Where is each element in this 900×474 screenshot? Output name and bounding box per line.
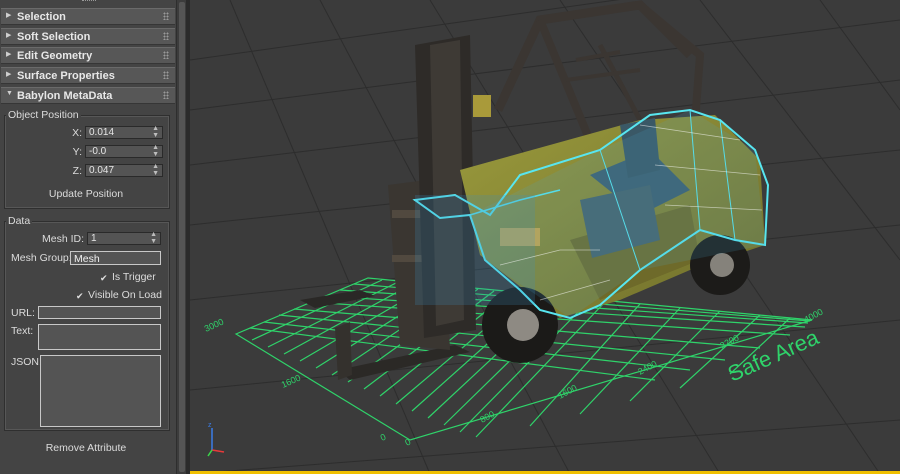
drag-dots-icon[interactable] <box>163 71 169 79</box>
drag-dots-icon[interactable] <box>163 32 169 40</box>
axis-label-bottom-2: 1600 <box>556 383 578 401</box>
rollout-selection[interactable]: ▶ Selection <box>1 8 175 25</box>
rollout-soft-selection[interactable]: ▶ Soft Selection <box>1 28 175 45</box>
x-value: 0.014 <box>89 127 115 138</box>
text-field[interactable] <box>38 324 161 350</box>
checkmark-icon: ✔ <box>100 273 108 283</box>
xyz-axis-icon: z <box>207 422 225 457</box>
triangle-down-icon: ▼ <box>6 90 13 97</box>
axis-label-bottom-3: 2400 <box>636 359 658 377</box>
triangle-right-icon: ▶ <box>6 12 12 19</box>
mesh-id-value: 1 <box>91 233 97 244</box>
viewport-scene: 3000 1600 0 0 800 1600 2400 3200 4000 Sa… <box>190 0 900 474</box>
rollout-surface-properties[interactable]: ▶ Surface Properties <box>1 67 175 84</box>
is-trigger-label: Is Trigger <box>112 271 156 283</box>
url-label: URL: <box>11 307 35 319</box>
scrollbar-thumb[interactable] <box>179 2 185 472</box>
z-spinner[interactable]: 0.047 ▲ ▼ <box>85 163 163 177</box>
triangle-right-icon: ▶ <box>6 71 12 78</box>
x-spinner[interactable]: 0.014 ▲ ▼ <box>85 125 163 139</box>
axis-label-bottom-4: 3200 <box>718 333 740 351</box>
is-trigger-checkbox[interactable]: ✔ Is Trigger <box>100 271 156 283</box>
spinner-arrows-icon[interactable]: ▲ ▼ <box>152 125 159 139</box>
mesh-group-label: Mesh Group: <box>11 252 72 264</box>
y-label: Y: <box>72 146 82 158</box>
z-value: 0.047 <box>89 165 115 176</box>
data-group-title: Data <box>6 215 33 227</box>
mesh-id-spinner[interactable]: 1 ▲ ▼ <box>87 231 161 245</box>
triangle-right-icon: ▶ <box>6 51 12 58</box>
remove-attribute-button[interactable]: Remove Attribute <box>20 442 152 454</box>
panel-grip-handle[interactable] <box>82 0 96 4</box>
spinner-arrows-icon[interactable]: ▲ ▼ <box>152 163 159 177</box>
svg-text:z: z <box>208 422 212 429</box>
spinner-arrows-icon[interactable]: ▲ ▼ <box>152 144 159 158</box>
rollout-label: Surface Properties <box>17 70 115 82</box>
y-value: -0.0 <box>89 146 107 157</box>
perspective-viewport[interactable]: 3000 1600 0 0 800 1600 2400 3200 4000 Sa… <box>190 0 900 474</box>
mesh-id-label: Mesh ID: <box>41 233 84 245</box>
triangle-right-icon: ▶ <box>6 32 12 39</box>
rollout-label: Soft Selection <box>17 31 91 43</box>
text-label: Text: <box>11 325 34 337</box>
x-label: X: <box>72 127 82 139</box>
json-label: JSON: <box>11 356 42 368</box>
visible-on-load-checkbox[interactable]: ✔ Visible On Load <box>76 289 162 301</box>
mesh-group-field[interactable]: Mesh <box>70 251 161 265</box>
axis-label-bottom-5: 4000 <box>802 307 824 325</box>
json-field[interactable] <box>40 355 161 427</box>
axis-label-bottom-0: 0 <box>403 437 412 448</box>
axis-label-left-1: 1600 <box>280 373 302 390</box>
rollout-edit-geometry[interactable]: ▶ Edit Geometry <box>1 47 175 64</box>
command-panel: ▶ Selection ▶ Soft Selection ▶ Edit Geom… <box>0 0 176 474</box>
rollout-babylon-metadata[interactable]: ▼ Babylon MetaData <box>1 87 175 104</box>
checkmark-icon: ✔ <box>76 291 84 301</box>
spinner-arrows-icon[interactable]: ▲ ▼ <box>150 231 157 245</box>
mesh-group-value: Mesh <box>74 253 100 265</box>
axis-label-left-0: 3000 <box>203 317 225 334</box>
visible-on-load-label: Visible On Load <box>88 289 162 301</box>
rollout-label: Babylon MetaData <box>17 90 113 102</box>
object-position-title: Object Position <box>6 109 81 121</box>
drag-dots-icon[interactable] <box>163 91 169 99</box>
z-label: Z: <box>72 165 82 177</box>
drag-dots-icon[interactable] <box>163 12 169 20</box>
y-spinner[interactable]: -0.0 ▲ ▼ <box>85 144 163 158</box>
drag-dots-icon[interactable] <box>163 51 169 59</box>
rollout-label: Selection <box>17 11 66 23</box>
update-position-button[interactable]: Update Position <box>20 188 152 200</box>
axis-label-left-2: 0 <box>379 432 388 443</box>
rollout-label: Edit Geometry <box>17 50 93 62</box>
url-field[interactable] <box>38 306 161 319</box>
